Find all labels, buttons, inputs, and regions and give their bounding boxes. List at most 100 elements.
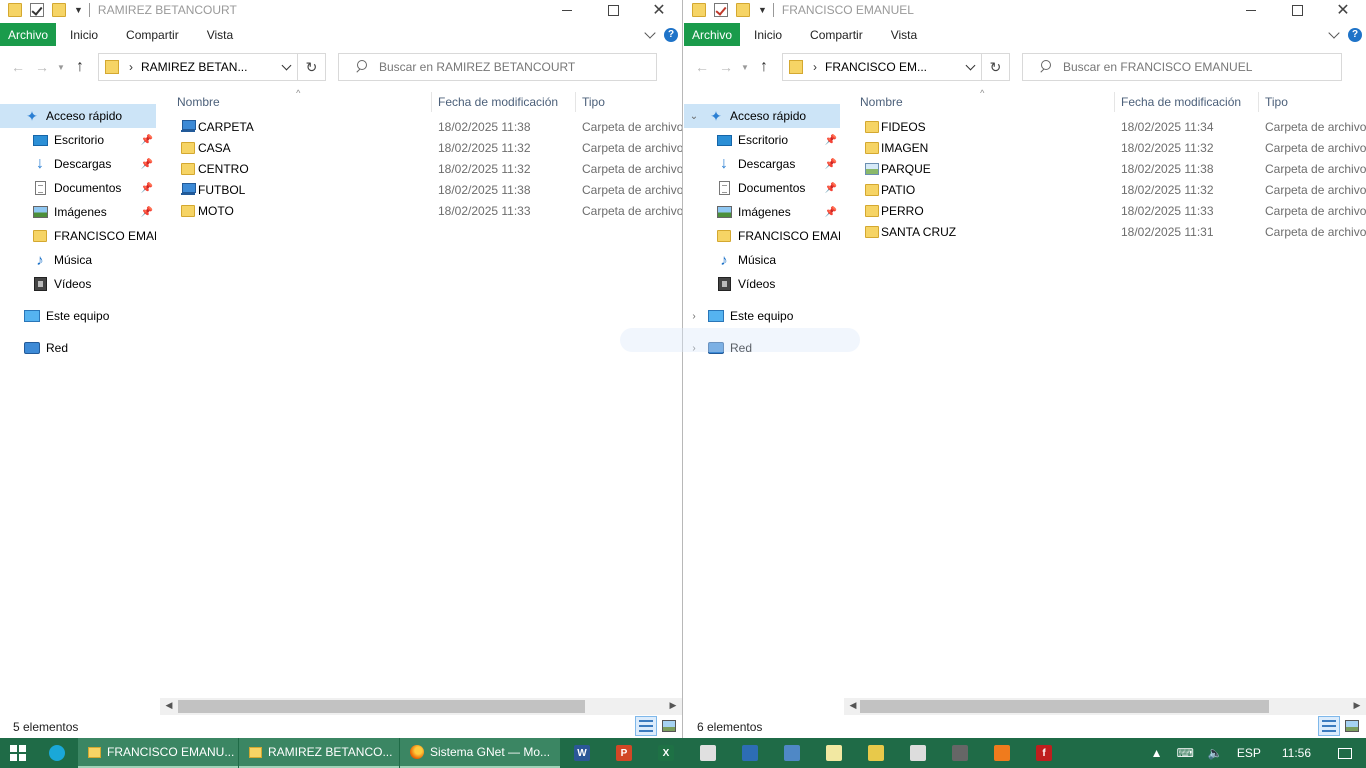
properties-icon[interactable] bbox=[714, 3, 728, 17]
breadcrumb-separator-icon[interactable]: › bbox=[129, 60, 133, 74]
recent-locations-icon[interactable]: ▼ bbox=[54, 63, 68, 72]
show-hidden-icons-icon[interactable]: ▲ bbox=[1144, 746, 1170, 760]
address-bar[interactable]: › RAMIREZ BETAN... bbox=[98, 53, 298, 81]
app-button[interactable] bbox=[729, 738, 771, 768]
nav-acceso-rapido[interactable]: ✦ Acceso rápido bbox=[0, 104, 156, 128]
search-input[interactable]: Buscar en FRANCISCO EMANUEL bbox=[1022, 53, 1342, 81]
close-button[interactable]: ✕ bbox=[636, 0, 682, 20]
scroll-right-icon[interactable]: ▶ bbox=[1350, 700, 1364, 711]
notepad-button[interactable] bbox=[813, 738, 855, 768]
refresh-button[interactable]: ↻ bbox=[982, 53, 1010, 81]
app-button[interactable] bbox=[687, 738, 729, 768]
table-row[interactable]: SANTA CRUZ 18/02/2025 11:31 Carpeta de a… bbox=[856, 221, 1366, 242]
new-folder-icon[interactable] bbox=[52, 3, 66, 17]
nav-este-equipo[interactable]: › Este equipo bbox=[684, 304, 840, 328]
app-button[interactable] bbox=[897, 738, 939, 768]
nav-imagenes[interactable]: Imágenes 📌 bbox=[0, 200, 156, 224]
table-row[interactable]: CARPETA 18/02/2025 11:38 Carpeta de arch… bbox=[172, 116, 682, 137]
forward-icon[interactable]: → bbox=[714, 59, 738, 75]
scroll-left-icon[interactable]: ◀ bbox=[162, 700, 176, 711]
minimize-button[interactable] bbox=[1228, 0, 1274, 20]
address-dropdown-icon[interactable] bbox=[959, 54, 981, 80]
nav-francisco-emanuel[interactable]: FRANCISCO EMANU bbox=[684, 224, 840, 248]
nav-escritorio[interactable]: Escritorio 📌 bbox=[0, 128, 156, 152]
app-button[interactable] bbox=[771, 738, 813, 768]
large-icons-view-button[interactable] bbox=[658, 716, 680, 736]
back-icon[interactable]: ← bbox=[690, 59, 714, 75]
new-folder-icon[interactable] bbox=[736, 3, 750, 17]
tab-archivo[interactable]: Archivo bbox=[0, 23, 57, 46]
tab-archivo[interactable]: Archivo bbox=[684, 23, 741, 46]
powerpoint-button[interactable]: P bbox=[603, 738, 645, 768]
nav-descargas[interactable]: ↓ Descargas 📌 bbox=[684, 152, 840, 176]
taskbar-item-ramirez-betancourt[interactable]: RAMIREZ BETANCO... bbox=[239, 738, 399, 768]
details-view-button[interactable] bbox=[635, 716, 657, 736]
pen-button[interactable] bbox=[855, 738, 897, 768]
title-bar[interactable]: ▼ FRANCISCO EMANUEL ✕ bbox=[684, 0, 1366, 20]
horizontal-scrollbar[interactable]: ◀ ▶ bbox=[844, 698, 1366, 715]
taskbar-item-francisco-emanuel[interactable]: FRANCISCO EMANU... bbox=[78, 738, 238, 768]
column-fecha[interactable]: Fecha de modificación bbox=[438, 95, 558, 109]
word-button[interactable]: W bbox=[561, 738, 603, 768]
back-icon[interactable]: ← bbox=[6, 59, 30, 75]
help-icon[interactable]: ? bbox=[1348, 27, 1362, 42]
clock[interactable]: 11:56 bbox=[1268, 746, 1318, 760]
nav-francisco-emanuel[interactable]: FRANCISCO EMANU bbox=[0, 224, 156, 248]
filezilla-button[interactable]: f bbox=[1023, 738, 1065, 768]
scrollbar-thumb[interactable] bbox=[178, 700, 585, 713]
details-view-button[interactable] bbox=[1318, 716, 1340, 736]
breadcrumb-separator-icon[interactable]: › bbox=[813, 60, 817, 74]
nav-acceso-rapido[interactable]: ⌄ ✦ Acceso rápido bbox=[684, 104, 840, 128]
collapse-icon[interactable]: ⌄ bbox=[688, 111, 700, 122]
forward-icon[interactable]: → bbox=[30, 59, 54, 75]
refresh-button[interactable]: ↻ bbox=[298, 53, 326, 81]
address-path[interactable]: FRANCISCO EM... bbox=[825, 60, 959, 74]
title-bar[interactable]: ▼ RAMIREZ BETANCOURT ✕ bbox=[0, 0, 682, 20]
column-tipo[interactable]: Tipo bbox=[1265, 95, 1288, 109]
start-button[interactable] bbox=[0, 738, 36, 768]
table-row[interactable]: MOTO 18/02/2025 11:33 Carpeta de archivo… bbox=[172, 200, 682, 221]
notification-icon[interactable] bbox=[1338, 747, 1352, 759]
nav-videos[interactable]: Vídeos bbox=[0, 272, 156, 296]
nav-imagenes[interactable]: Imágenes 📌 bbox=[684, 200, 840, 224]
table-row[interactable]: IMAGEN 18/02/2025 11:32 Carpeta de archi… bbox=[856, 137, 1366, 158]
network-status-icon[interactable]: ⌨ bbox=[1170, 746, 1201, 760]
table-row[interactable]: CASA 18/02/2025 11:32 Carpeta de archivo… bbox=[172, 137, 682, 158]
help-icon[interactable]: ? bbox=[664, 27, 678, 42]
maximize-button[interactable] bbox=[590, 0, 636, 20]
expand-icon[interactable]: › bbox=[688, 311, 700, 322]
language-indicator[interactable]: ESP bbox=[1230, 746, 1268, 760]
expand-ribbon-icon[interactable] bbox=[1328, 26, 1340, 39]
tab-inicio[interactable]: Inicio bbox=[56, 23, 112, 46]
tab-vista[interactable]: Vista bbox=[877, 23, 931, 46]
volume-icon[interactable]: 🔈 bbox=[1201, 746, 1230, 760]
column-tipo[interactable]: Tipo bbox=[582, 95, 605, 109]
tab-compartir[interactable]: Compartir bbox=[112, 23, 193, 46]
edge-button[interactable] bbox=[36, 738, 78, 768]
maximize-button[interactable] bbox=[1274, 0, 1320, 20]
customize-dropdown-icon[interactable]: ▼ bbox=[74, 5, 83, 15]
nav-documentos[interactable]: Documentos 📌 bbox=[684, 176, 840, 200]
excel-button[interactable]: X bbox=[645, 738, 687, 768]
address-bar[interactable]: › FRANCISCO EM... bbox=[782, 53, 982, 81]
properties-icon[interactable] bbox=[30, 3, 44, 17]
minimize-button[interactable] bbox=[544, 0, 590, 20]
nav-musica[interactable]: ♪ Música bbox=[684, 248, 840, 272]
table-row[interactable]: PERRO 18/02/2025 11:33 Carpeta de archiv… bbox=[856, 200, 1366, 221]
table-row[interactable]: FIDEOS 18/02/2025 11:34 Carpeta de archi… bbox=[856, 116, 1366, 137]
address-dropdown-icon[interactable] bbox=[275, 54, 297, 80]
scrollbar-thumb[interactable] bbox=[860, 700, 1269, 713]
table-row[interactable]: PARQUE 18/02/2025 11:38 Carpeta de archi… bbox=[856, 158, 1366, 179]
nav-escritorio[interactable]: Escritorio 📌 bbox=[684, 128, 840, 152]
up-icon[interactable]: ↑ bbox=[68, 58, 92, 76]
tab-inicio[interactable]: Inicio bbox=[740, 23, 796, 46]
close-button[interactable]: ✕ bbox=[1320, 0, 1366, 20]
column-nombre[interactable]: Nombre bbox=[860, 95, 903, 109]
customize-dropdown-icon[interactable]: ▼ bbox=[758, 5, 767, 15]
nav-red[interactable]: Red bbox=[0, 336, 156, 360]
taskbar-item-firefox[interactable]: Sistema GNet — Mo... bbox=[400, 738, 560, 768]
search-input[interactable]: Buscar en RAMIREZ BETANCOURT bbox=[338, 53, 657, 81]
tab-vista[interactable]: Vista bbox=[193, 23, 247, 46]
horizontal-scrollbar[interactable]: ◀ ▶ bbox=[160, 698, 682, 715]
xampp-button[interactable] bbox=[981, 738, 1023, 768]
